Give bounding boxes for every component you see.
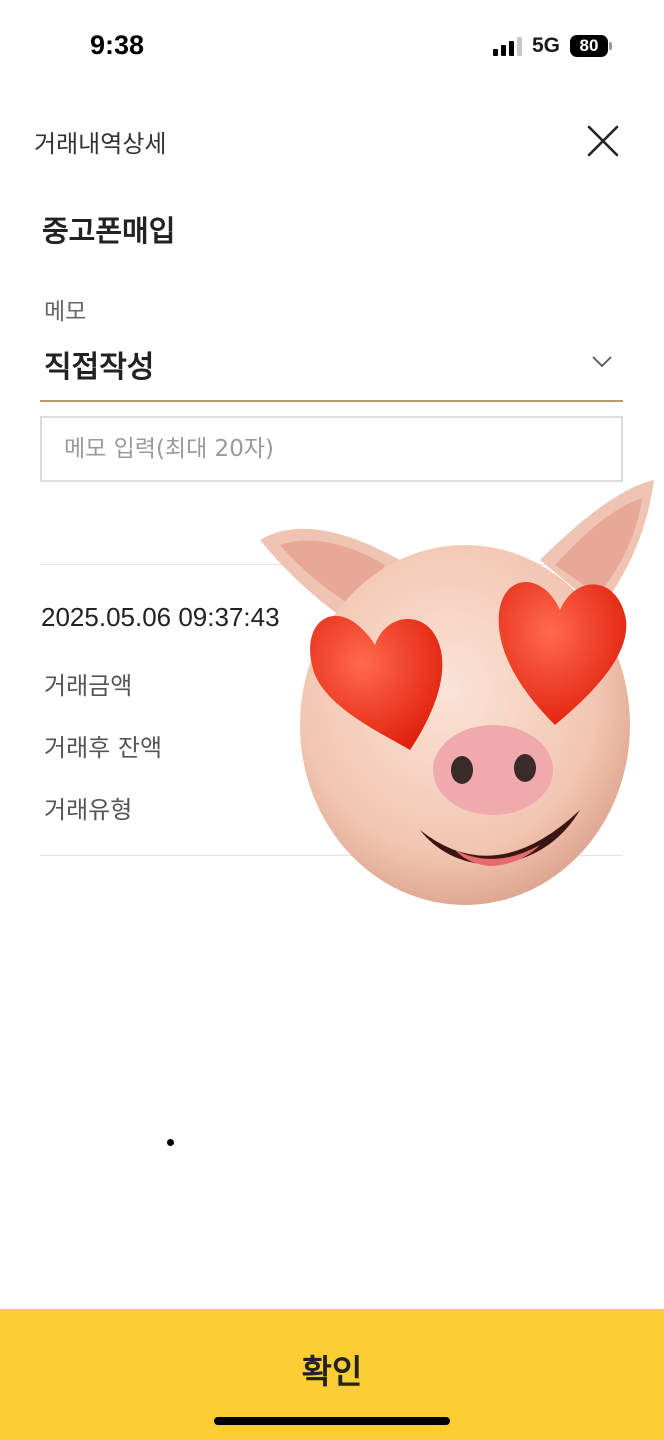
status-indicators: 5G 80 (492, 34, 612, 58)
signal-icon (492, 36, 522, 56)
battery-icon: 80 (570, 35, 608, 57)
transaction-type-label: 거래유형 (44, 796, 133, 824)
memo-label: 메모 (44, 299, 87, 325)
memo-type-value: 직접작성 (44, 350, 155, 385)
confirm-button-label: 확인 (301, 1352, 363, 1391)
pig-sticker-image (260, 480, 654, 905)
amount-label: 거래금액 (44, 672, 133, 700)
stray-dot (167, 1139, 174, 1146)
chevron-down-icon (592, 356, 612, 368)
network-type: 5G (531, 34, 560, 57)
transaction-detail-screen: 9:38 5G 80 거래내역상세 중고폰매입 메모 직접작성 2025.05.… (0, 0, 664, 1440)
close-icon (587, 125, 619, 157)
memo-type-select[interactable]: 직접작성 (40, 330, 623, 402)
status-time: 9:38 (90, 30, 145, 60)
page-title: 거래내역상세 (34, 130, 167, 158)
battery-cap (609, 42, 612, 50)
battery-level: 80 (579, 36, 599, 55)
close-button[interactable] (586, 124, 620, 158)
home-indicator[interactable] (214, 1417, 450, 1425)
transaction-item-title: 중고폰매입 (42, 214, 176, 248)
balance-after-label: 거래후 잔액 (44, 734, 163, 762)
transaction-datetime: 2025.05.06 09:37:43 (41, 602, 280, 632)
